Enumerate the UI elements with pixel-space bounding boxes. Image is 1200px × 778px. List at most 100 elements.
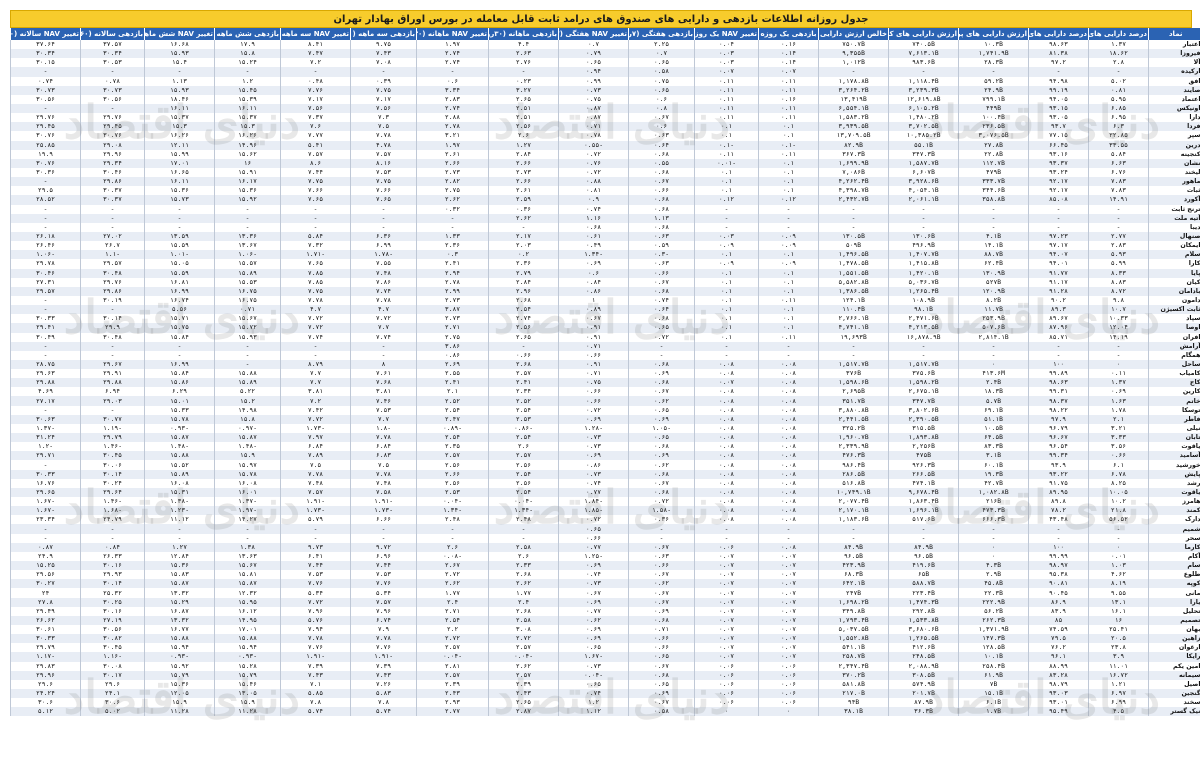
table-cell: ۲.۴۱ xyxy=(416,259,489,269)
table-cell: ۱,۶۹۶.۱B xyxy=(888,506,959,516)
table-cell: ۱.۲۷ xyxy=(144,542,215,552)
table-cell: ۰.۶۲ xyxy=(558,615,629,625)
table-cell: ۷.۷۸ xyxy=(350,131,417,141)
table-cell: ۰.۶۷ xyxy=(628,387,695,397)
fund-symbol-cell: اعتبار xyxy=(1148,40,1200,50)
table-cell: ۰.۷۴ xyxy=(10,76,81,86)
table-cell: ۲۹.۷۶ xyxy=(80,277,145,287)
table-cell: ۰.۰۷ xyxy=(758,606,819,616)
table-cell: ۵,۰۳۷.۵B xyxy=(818,625,889,635)
table-cell: ۱۵.۸۸ xyxy=(144,451,215,461)
table-cell: ۰.۱ xyxy=(758,268,819,278)
table-cell: ۱,۵۳۳.۸B xyxy=(888,615,959,625)
table-row: اوصا ۱۲.۰۴ ۸۷.۹۶ ۵۰۷.۶B ۴,۲۱۳.۵B ۴,۷۴۱.۱B ۰.۱ ۰… xyxy=(10,323,1200,333)
table-cell: -۱.۰۶ xyxy=(214,250,281,260)
table-row: بادامان ۸.۷۲ ۹۱.۲۸ ۱۲۰.۹B ۱,۲۶۵.۴B ۱,۳۸۶.۵B ۰.… xyxy=(10,286,1200,296)
table-cell: ۳۷۶B xyxy=(818,369,889,379)
table-cell: ۲۹.۹۶ xyxy=(10,670,81,680)
table-cell: ۸.۳۳ xyxy=(1088,268,1149,278)
table-cell: ۲,۳۳۹.۹B xyxy=(818,442,889,452)
table-cell: ۲۳۶.۵B xyxy=(958,122,1029,132)
table-cell: ۰.۰۸ xyxy=(758,451,819,461)
fund-symbol-cell: ایمکان xyxy=(1148,241,1200,251)
table-cell: ۰.۷۹ xyxy=(558,49,629,59)
table-row: ساحل ۰ ۱۰۰ ۰ ۱,۵۱۷.۷B ۱,۵۱۷.۷B ۰.۰۸ ۰.۰۸ ۰.۶۸ ۰.۹… xyxy=(10,359,1200,370)
table-cell: ۳۰.۱۴ xyxy=(80,314,145,324)
table-cell: ۷.۷۴ xyxy=(280,332,351,342)
table-cell: - xyxy=(80,341,145,351)
table-row: رایکا ۳.۹ ۹۶.۱ ۱۰.۱B ۲۴۸.۵B ۲۵۸.۷B ۰.۰۷ ۰.۰۷ ۰.۶… xyxy=(10,652,1200,662)
table-cell: ۷.۵ xyxy=(280,460,351,470)
table-cell: ۰.۰۸ xyxy=(758,414,819,424)
table-cell: -۰.۰۱ xyxy=(694,158,759,168)
table-cell: - xyxy=(10,305,81,315)
table-row: فاطر ۲.۱ ۹۷.۹ ۵۱.۱B ۲,۳۹۰.۵B ۲,۴۴۱.۵B ۰.۰۸ ۰.۰۸… xyxy=(10,414,1200,424)
table-cell: ۰.۶ xyxy=(416,76,489,86)
table-cell: ۳۰.۸۲ xyxy=(80,634,145,644)
table-cell: ۷.۳۹ xyxy=(280,661,351,671)
table-cell: ۳,۶۸۰.۶B xyxy=(888,625,959,635)
table-cell: ۹۲.۱۷ xyxy=(1028,186,1089,196)
table-cell: ۰.۶۷ xyxy=(628,597,695,607)
table-cell: ۱۲۴.۱B xyxy=(818,295,889,306)
table-cell: - xyxy=(214,67,281,77)
table-cell: ۰.۱۱ xyxy=(1088,369,1149,379)
column-header: تغییر NAV ماهانه (۳۰روزه) xyxy=(416,28,489,40)
table-cell: ۰.۱ xyxy=(694,314,759,324)
table-cell: ۲.۵۷ xyxy=(488,670,559,680)
table-cell: ۲.۶۲ xyxy=(416,195,489,205)
table-cell: ۲۱۶B xyxy=(958,497,1029,507)
table-cell: ۰.۶۷ xyxy=(628,478,695,488)
table-cell: ۰.۶۶ xyxy=(558,396,629,406)
table-cell: ۳۸.۱B xyxy=(818,707,889,717)
table-cell: ۶۴.۵B xyxy=(958,433,1029,443)
table-cell: ۳۰.۳۴ xyxy=(80,49,145,59)
table-cell: ۲.۸۸ xyxy=(416,113,489,123)
table-cell: ۷.۶ xyxy=(280,122,351,132)
table-cell: ۹,۳۵۵B xyxy=(818,49,889,59)
table-cell: ۲.۴۳ xyxy=(416,688,489,699)
table-cell: ۰.۱۱ xyxy=(694,94,759,104)
table-cell: ۷.۷۶ xyxy=(280,579,351,589)
table-row: سحر - - - - - - - -۰.۶۶- - - - - - - - xyxy=(10,533,1200,543)
table-cell: ۰.۶۶ xyxy=(558,350,629,360)
table-cell: ۴۴۹B xyxy=(958,103,1029,114)
table-cell: - xyxy=(1088,204,1149,214)
table-cell: ۲.۴۸ xyxy=(488,515,559,525)
table-cell: ۳۰.۴۶ xyxy=(10,268,81,278)
table-cell: ۰.۱ xyxy=(694,332,759,342)
fund-symbol-cell: بادامان xyxy=(1148,286,1200,296)
table-cell: ۲,۲۵۶B xyxy=(888,442,959,452)
table-cell: ۲۴.۱ xyxy=(80,688,145,699)
table-cell: ۰.۷۸ xyxy=(80,76,145,86)
table-cell: ۲۴.۹B xyxy=(958,85,1029,95)
table-cell: ۰.۶۹ xyxy=(558,451,629,461)
table-cell: ۲۹.۸۶ xyxy=(80,177,145,187)
table-cell: ۳.۸۷ xyxy=(416,305,489,315)
table-cell: ۰.۶۷ xyxy=(558,588,629,598)
table-cell: ۸۵.۷۱ xyxy=(1028,332,1089,342)
table-cell: ۰.۶۸ xyxy=(628,167,695,178)
table-cell: ۲۴.۷۹ xyxy=(80,515,145,525)
table-row: کوپه ۸.۱۹ ۹۰.۸۱ ۴۵.۸B ۵۸۸.۷B ۶۴۲.۱B ۰.۰۷ ۰.۰۷ ۰.… xyxy=(10,579,1200,589)
table-cell: - xyxy=(1088,524,1149,534)
fund-symbol-cell: کارا xyxy=(1148,259,1200,269)
table-cell: ۹۷.۲۳ xyxy=(1028,231,1089,242)
table-cell: ۹۹.۹۹ xyxy=(1028,551,1089,562)
table-cell: ۹.۷۲ xyxy=(350,542,417,552)
table-cell: - xyxy=(350,524,417,534)
table-cell: ۷.۴۲ xyxy=(280,405,351,415)
table-cell: ۱۶.۷۴ xyxy=(144,295,215,306)
table-cell: ۲۸.۷۵ xyxy=(10,359,81,370)
table-cell: ۰.۰۸ xyxy=(758,469,819,479)
table-cell: ۰.۰۸ xyxy=(758,387,819,397)
table-cell: ۷.۴۴ xyxy=(280,167,351,178)
table-cell: ۱۵.۹۵ xyxy=(214,597,281,607)
table-cell: - xyxy=(488,67,559,77)
table-cell: ۰.۰۸ xyxy=(758,515,819,525)
table-cell: ۱۵.۸۸ xyxy=(144,634,215,644)
table-cell: ۴۳.۴۸ xyxy=(1028,515,1089,525)
table-cell: ۰.۶۸ xyxy=(628,149,695,159)
table-cell: ۰.۷۷ xyxy=(558,487,629,498)
table-cell: ۳۰.۱۶ xyxy=(80,561,145,571)
